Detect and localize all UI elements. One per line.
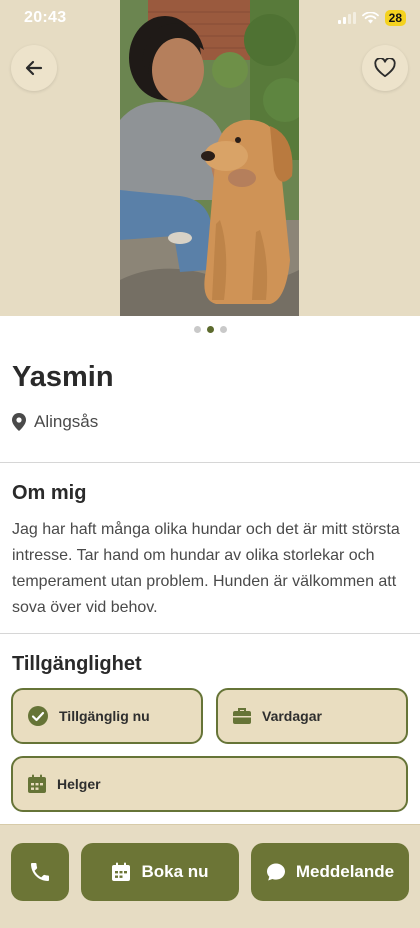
about-text: Jag har haft många olika hundar och det … — [12, 521, 400, 616]
message-button[interactable]: Meddelande — [251, 843, 409, 901]
chip-weekdays[interactable]: Vardagar — [216, 688, 408, 744]
call-button[interactable] — [11, 843, 69, 901]
chip-label: Helger — [57, 776, 101, 792]
about-title: Om mig — [12, 482, 87, 504]
message-label: Meddelande — [295, 862, 395, 881]
wifi-icon — [361, 12, 379, 24]
briefcase-icon — [233, 708, 251, 724]
check-circle-icon — [28, 706, 48, 726]
location-label: Alingsås — [34, 412, 99, 431]
signal-icon — [337, 12, 356, 24]
favorite-button[interactable] — [362, 45, 408, 91]
chip-label: Tillgänglig nu — [59, 708, 150, 724]
carousel-dot[interactable] — [219, 326, 227, 333]
arrow-left-icon — [25, 60, 43, 76]
status-time: 20:43 — [24, 9, 67, 26]
back-button[interactable] — [11, 45, 57, 91]
hero-section: 20:43 28 — [0, 0, 420, 316]
divider — [0, 462, 420, 463]
status-bar: 20:43 28 — [0, 0, 420, 36]
battery-indicator: 28 — [384, 10, 406, 26]
book-now-button[interactable]: Boka nu — [81, 843, 239, 901]
carousel-dot-active[interactable] — [206, 326, 214, 333]
book-now-label: Boka nu — [141, 862, 209, 881]
carousel-dot[interactable] — [193, 326, 201, 333]
calendar-icon — [112, 862, 131, 881]
photo-illustration — [120, 0, 299, 316]
chip-label: Vardagar — [262, 708, 322, 724]
chip-available-now[interactable]: Tillgänglig nu — [11, 688, 203, 744]
carousel-dots — [0, 326, 420, 333]
chip-weekends[interactable]: Helger — [11, 756, 408, 812]
profile-name: Yasmin — [12, 361, 114, 393]
profile-photo[interactable] — [120, 0, 299, 316]
calendar-icon — [28, 774, 46, 793]
divider — [0, 633, 420, 634]
phone-icon — [31, 863, 49, 881]
heart-icon — [374, 58, 396, 78]
status-icons: 28 — [337, 10, 406, 26]
bottom-action-bar: Boka nu Meddelande — [0, 824, 420, 928]
profile-location: Alingsås — [12, 412, 98, 432]
map-pin-icon — [12, 413, 26, 431]
chat-bubble-icon — [266, 863, 285, 881]
availability-title: Tillgänglighet — [12, 653, 142, 675]
